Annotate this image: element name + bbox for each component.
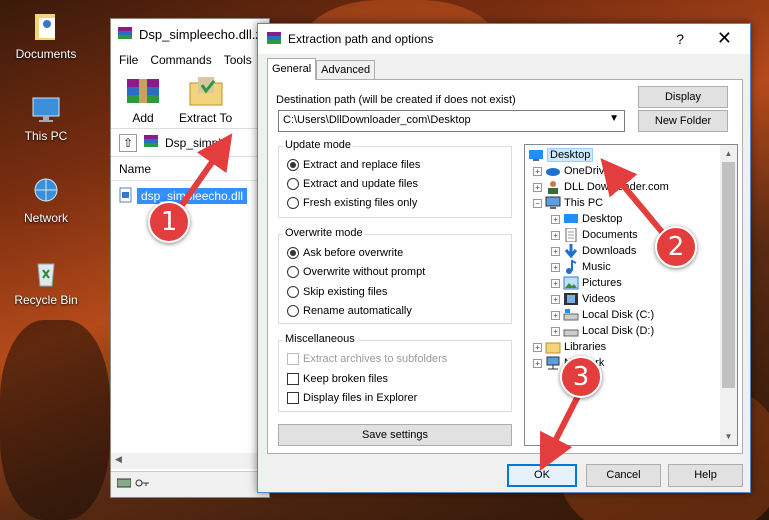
step-marker-1: 1 — [148, 201, 190, 243]
arrow-1 — [179, 133, 233, 207]
arrow-3 — [539, 394, 581, 472]
tab-general[interactable]: General — [267, 58, 317, 80]
arrow-2 — [600, 158, 665, 234]
step-marker-2: 2 — [655, 226, 697, 268]
step-marker-3: 3 — [560, 356, 602, 398]
tutorial-arrows — [179, 133, 665, 472]
